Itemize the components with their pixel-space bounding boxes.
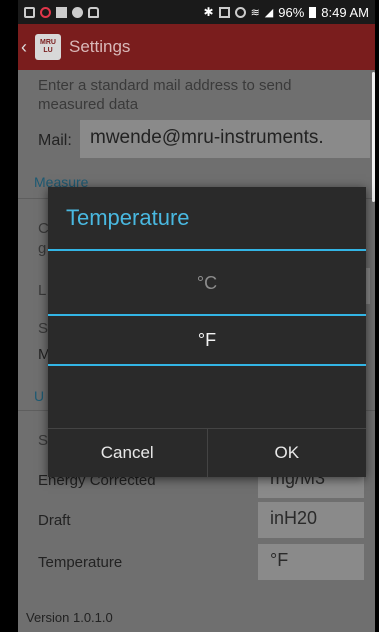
status-bar: ✱ ≋ ◢ 96% 8:49 AM	[18, 0, 375, 24]
phone-icon	[24, 6, 35, 18]
cancel-button[interactable]: Cancel	[48, 429, 207, 477]
row-label-partial-s: S	[38, 320, 49, 337]
draft-label: Draft	[38, 512, 71, 529]
temperature-dialog: Temperature °C °F Cancel OK	[48, 187, 366, 477]
clock: 8:49 AM	[321, 4, 369, 20]
ok-button[interactable]: OK	[206, 429, 367, 477]
selection-divider-top	[48, 314, 366, 316]
dialog-title: Temperature	[66, 205, 190, 230]
row-label-partial-l: L	[38, 282, 47, 299]
version-text: Version 1.0.1.0	[26, 610, 113, 625]
mail-input[interactable]: mwende@mru-instruments.	[80, 120, 370, 158]
lock-icon	[88, 6, 99, 18]
temperature-value[interactable]: °F	[258, 544, 364, 580]
option-fahrenheit[interactable]: °F	[48, 330, 366, 351]
dialog-title-divider	[48, 249, 366, 251]
wifi-icon: ≋	[250, 6, 260, 19]
app-bar-title: Settings	[69, 37, 131, 56]
logo-text-top: MRU	[40, 39, 56, 46]
scrollbar[interactable]	[372, 72, 375, 202]
option-celsius[interactable]: °C	[48, 273, 366, 294]
units-description-partial: S	[38, 432, 49, 449]
bluetooth-icon: ✱	[203, 5, 214, 19]
mru-logo: MRU LU	[35, 34, 61, 60]
phone-screen: ✱ ≋ ◢ 96% 8:49 AM ‹ MRU LU Settings Ente…	[18, 0, 375, 632]
draft-value[interactable]: inH20	[258, 502, 364, 538]
app-bar[interactable]: ‹ MRU LU Settings	[18, 24, 375, 70]
message-icon	[72, 6, 83, 18]
logo-text-bottom: LU	[43, 47, 53, 54]
mail-label: Mail:	[38, 132, 72, 149]
dialog-button-bar: Cancel OK	[48, 428, 366, 477]
signal-icon: ◢	[264, 6, 274, 19]
battery-icon	[309, 6, 317, 18]
selection-divider-bottom	[48, 364, 366, 366]
measure-description-partial-b: g	[38, 240, 47, 257]
mail-description: Enter a standard mail address to send me…	[38, 77, 292, 113]
app-notification-icon	[40, 6, 51, 18]
section-header-units: U	[34, 388, 45, 404]
gallery-icon	[56, 6, 67, 18]
back-arrow-icon[interactable]: ‹	[21, 37, 33, 58]
nfc-icon	[218, 6, 230, 18]
temperature-label: Temperature	[38, 554, 123, 571]
battery-percent: 96%	[278, 4, 305, 20]
alarm-icon	[234, 6, 246, 18]
